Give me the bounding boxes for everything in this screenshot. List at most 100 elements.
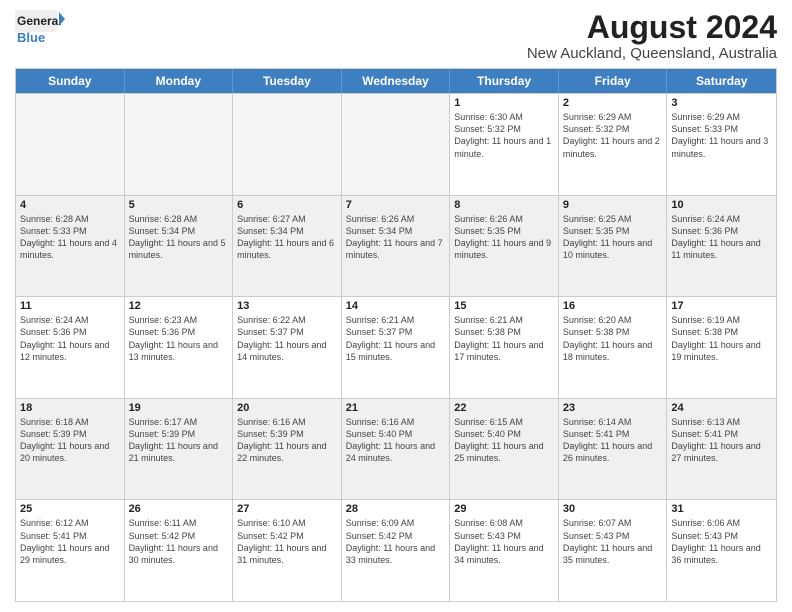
day-info: Sunrise: 6:22 AM Sunset: 5:37 PM Dayligh… — [237, 314, 337, 363]
day-number: 8 — [454, 199, 554, 211]
empty-cell — [125, 94, 234, 195]
day-number: 29 — [454, 503, 554, 515]
day-cell-17: 17 Sunrise: 6:19 AM Sunset: 5:38 PM Dayli… — [667, 297, 776, 398]
empty-cell — [233, 94, 342, 195]
day-number: 6 — [237, 199, 337, 211]
day-info: Sunrise: 6:27 AM Sunset: 5:34 PM Dayligh… — [237, 213, 337, 262]
day-cell-6: 6 Sunrise: 6:27 AM Sunset: 5:34 PM Daylig… — [233, 196, 342, 297]
day-number: 7 — [346, 199, 446, 211]
day-cell-4: 4Sunrise: 6:28 AM Sunset: 5:33 PM Daylig… — [16, 196, 125, 297]
day-info: Sunrise: 6:13 AM Sunset: 5:41 PM Dayligh… — [671, 416, 772, 465]
day-info: Sunrise: 6:18 AM Sunset: 5:39 PM Dayligh… — [20, 416, 120, 465]
day-cell-1: 1Sunrise: 6:30 AM Sunset: 5:32 PM Daylig… — [450, 94, 559, 195]
logo-svg: General Blue — [15, 10, 65, 54]
calendar: SundayMondayTuesdayWednesdayThursdayFrid… — [15, 68, 777, 602]
main-title: August 2024 — [527, 10, 777, 45]
day-info: Sunrise: 6:12 AM Sunset: 5:41 PM Dayligh… — [20, 517, 120, 566]
day-info: Sunrise: 6:10 AM Sunset: 5:42 PM Dayligh… — [237, 517, 337, 566]
day-info: Sunrise: 6:06 AM Sunset: 5:43 PM Dayligh… — [671, 517, 772, 566]
day-number: 25 — [20, 503, 120, 515]
logo: General Blue — [15, 10, 65, 54]
day-info: Sunrise: 6:15 AM Sunset: 5:40 PM Dayligh… — [454, 416, 554, 465]
day-info: Sunrise: 6:24 AM Sunset: 5:36 PM Dayligh… — [20, 314, 120, 363]
day-info: Sunrise: 6:19 AM Sunset: 5:38 PM Dayligh… — [671, 314, 772, 363]
day-cell-23: 23Sunrise: 6:14 AM Sunset: 5:41 PM Dayli… — [559, 399, 668, 500]
subtitle: New Auckland, Queensland, Australia — [527, 45, 777, 62]
day-cell-27: 27 Sunrise: 6:10 AM Sunset: 5:42 PM Dayli… — [233, 500, 342, 601]
header-day-tuesday: Tuesday — [233, 69, 342, 93]
day-info: Sunrise: 6:26 AM Sunset: 5:35 PM Dayligh… — [454, 213, 554, 262]
day-cell-30: 30 Sunrise: 6:07 AM Sunset: 5:43 PM Dayli… — [559, 500, 668, 601]
day-cell-14: 14 Sunrise: 6:21 AM Sunset: 5:37 PM Dayli… — [342, 297, 451, 398]
day-info: Sunrise: 6:16 AM Sunset: 5:40 PM Dayligh… — [346, 416, 446, 465]
day-cell-18: 18 Sunrise: 6:18 AM Sunset: 5:39 PM Dayli… — [16, 399, 125, 500]
day-info: Sunrise: 6:14 AM Sunset: 5:41 PM Dayligh… — [563, 416, 663, 465]
header-day-wednesday: Wednesday — [342, 69, 451, 93]
day-number: 9 — [563, 199, 663, 211]
day-info: Sunrise: 6:29 AM Sunset: 5:32 PM Dayligh… — [563, 111, 663, 160]
day-cell-25: 25 Sunrise: 6:12 AM Sunset: 5:41 PM Dayli… — [16, 500, 125, 601]
day-number: 10 — [671, 199, 772, 211]
day-cell-8: 8 Sunrise: 6:26 AM Sunset: 5:35 PM Daylig… — [450, 196, 559, 297]
day-cell-24: 24 Sunrise: 6:13 AM Sunset: 5:41 PM Dayli… — [667, 399, 776, 500]
day-info: Sunrise: 6:26 AM Sunset: 5:34 PM Dayligh… — [346, 213, 446, 262]
day-number: 24 — [671, 402, 772, 414]
day-number: 31 — [671, 503, 772, 515]
day-cell-31: 31 Sunrise: 6:06 AM Sunset: 5:43 PM Dayli… — [667, 500, 776, 601]
calendar-row-2: 11 Sunrise: 6:24 AM Sunset: 5:36 PM Dayli… — [16, 296, 776, 398]
day-number: 21 — [346, 402, 446, 414]
day-number: 1 — [454, 97, 554, 109]
day-number: 19 — [129, 402, 229, 414]
day-number: 20 — [237, 402, 337, 414]
header-day-thursday: Thursday — [450, 69, 559, 93]
day-number: 15 — [454, 300, 554, 312]
day-cell-11: 11 Sunrise: 6:24 AM Sunset: 5:36 PM Dayli… — [16, 297, 125, 398]
day-number: 16 — [563, 300, 663, 312]
calendar-row-0: 1Sunrise: 6:30 AM Sunset: 5:32 PM Daylig… — [16, 93, 776, 195]
day-info: Sunrise: 6:11 AM Sunset: 5:42 PM Dayligh… — [129, 517, 229, 566]
day-number: 17 — [671, 300, 772, 312]
day-cell-2: 2 Sunrise: 6:29 AM Sunset: 5:32 PM Daylig… — [559, 94, 668, 195]
day-number: 3 — [671, 97, 772, 109]
svg-text:Blue: Blue — [17, 30, 45, 45]
day-number: 13 — [237, 300, 337, 312]
day-info: Sunrise: 6:20 AM Sunset: 5:38 PM Dayligh… — [563, 314, 663, 363]
day-number: 4 — [20, 199, 120, 211]
day-info: Sunrise: 6:09 AM Sunset: 5:42 PM Dayligh… — [346, 517, 446, 566]
day-cell-16: 16 Sunrise: 6:20 AM Sunset: 5:38 PM Dayli… — [559, 297, 668, 398]
day-number: 14 — [346, 300, 446, 312]
header-day-friday: Friday — [559, 69, 668, 93]
day-number: 12 — [129, 300, 229, 312]
day-info: Sunrise: 6:07 AM Sunset: 5:43 PM Dayligh… — [563, 517, 663, 566]
day-cell-5: 5Sunrise: 6:28 AM Sunset: 5:34 PM Daylig… — [125, 196, 234, 297]
calendar-body: 1Sunrise: 6:30 AM Sunset: 5:32 PM Daylig… — [16, 93, 776, 601]
day-cell-7: 7 Sunrise: 6:26 AM Sunset: 5:34 PM Daylig… — [342, 196, 451, 297]
day-cell-21: 21 Sunrise: 6:16 AM Sunset: 5:40 PM Dayli… — [342, 399, 451, 500]
day-cell-28: 28 Sunrise: 6:09 AM Sunset: 5:42 PM Dayli… — [342, 500, 451, 601]
day-number: 30 — [563, 503, 663, 515]
day-cell-9: 9Sunrise: 6:25 AM Sunset: 5:35 PM Daylig… — [559, 196, 668, 297]
empty-cell — [16, 94, 125, 195]
title-area: August 2024 New Auckland, Queensland, Au… — [527, 10, 777, 62]
day-info: Sunrise: 6:21 AM Sunset: 5:38 PM Dayligh… — [454, 314, 554, 363]
day-info: Sunrise: 6:21 AM Sunset: 5:37 PM Dayligh… — [346, 314, 446, 363]
header-day-saturday: Saturday — [667, 69, 776, 93]
calendar-header-row: SundayMondayTuesdayWednesdayThursdayFrid… — [16, 69, 776, 93]
calendar-row-1: 4Sunrise: 6:28 AM Sunset: 5:33 PM Daylig… — [16, 195, 776, 297]
day-info: Sunrise: 6:08 AM Sunset: 5:43 PM Dayligh… — [454, 517, 554, 566]
calendar-row-3: 18 Sunrise: 6:18 AM Sunset: 5:39 PM Dayli… — [16, 398, 776, 500]
day-number: 22 — [454, 402, 554, 414]
header-day-monday: Monday — [125, 69, 234, 93]
page: General Blue August 2024 New Auckland, Q… — [0, 0, 792, 612]
day-number: 2 — [563, 97, 663, 109]
day-info: Sunrise: 6:29 AM Sunset: 5:33 PM Dayligh… — [671, 111, 772, 160]
svg-text:General: General — [17, 14, 62, 28]
day-number: 5 — [129, 199, 229, 211]
header: General Blue August 2024 New Auckland, Q… — [15, 10, 777, 62]
day-number: 27 — [237, 503, 337, 515]
day-number: 18 — [20, 402, 120, 414]
day-cell-3: 3 Sunrise: 6:29 AM Sunset: 5:33 PM Daylig… — [667, 94, 776, 195]
day-number: 28 — [346, 503, 446, 515]
day-info: Sunrise: 6:17 AM Sunset: 5:39 PM Dayligh… — [129, 416, 229, 465]
day-number: 11 — [20, 300, 120, 312]
